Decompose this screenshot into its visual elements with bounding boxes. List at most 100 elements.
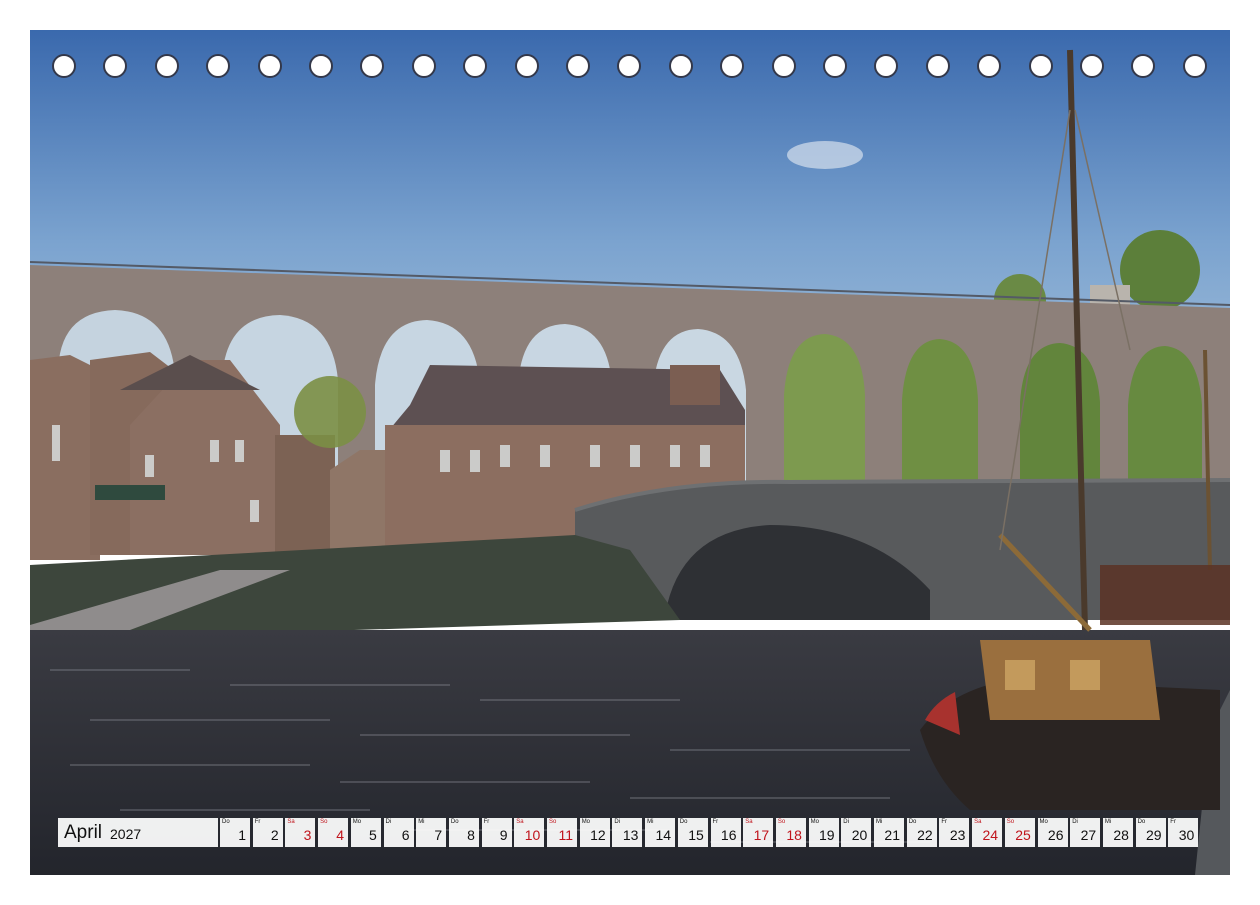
- day-cell: Mi 14: [645, 818, 676, 847]
- day-cell: Fr 30: [1168, 818, 1199, 847]
- day-number: 11: [558, 827, 573, 843]
- day-cell: Mo 12: [579, 818, 610, 847]
- tree-top-right: [1120, 230, 1200, 310]
- binding-hole: [1080, 54, 1104, 78]
- day-cell: Mi 21: [874, 818, 904, 847]
- day-abbreviation: So: [549, 819, 557, 825]
- day-number: 14: [655, 827, 672, 843]
- day-cell: Di 27: [1070, 818, 1101, 847]
- day-number: 13: [622, 827, 639, 843]
- day-abbreviation: So: [777, 819, 786, 825]
- binding-hole: [360, 54, 385, 78]
- day-number: 10: [524, 827, 541, 843]
- day-abbreviation: Di: [1072, 819, 1078, 825]
- day-abbreviation: Mo: [1039, 819, 1048, 825]
- binding-hole: [1028, 54, 1053, 78]
- day-number: 15: [688, 827, 704, 843]
- day-number: 20: [851, 827, 868, 843]
- binding-hole: [257, 54, 282, 78]
- day-cell: Fr 23: [939, 818, 970, 847]
- day-abbreviation: Di: [385, 819, 392, 825]
- binding-hole: [566, 54, 590, 78]
- day-cell: Do 22: [906, 818, 937, 847]
- day-cell: Fr 9: [481, 818, 512, 847]
- day-abbreviation: Sa: [287, 819, 295, 825]
- binding-hole: [206, 54, 231, 78]
- day-abbreviation: Fr: [941, 819, 948, 825]
- day-cell: So 11: [547, 818, 577, 847]
- binding-hole: [771, 54, 796, 78]
- calendar-strip: April 2027 Do 1 Fr 2 Sa 3 So 4 Mo 5 Di 6 Mi 7 Do 8 Fr 9 Sa…: [58, 818, 1203, 847]
- day-cell: Do 29: [1135, 818, 1166, 847]
- day-number: 3: [303, 827, 312, 843]
- day-abbreviation: Di: [843, 819, 849, 825]
- day-number: 26: [1047, 827, 1064, 843]
- day-abbreviation: Do: [450, 819, 459, 825]
- day-number: 27: [1080, 827, 1097, 843]
- day-cell: So 4: [318, 818, 349, 847]
- day-abbreviation: Mo: [810, 819, 819, 825]
- day-abbreviation: Do: [679, 819, 688, 825]
- day-abbreviation: Fr: [254, 819, 261, 825]
- day-number: 21: [884, 827, 900, 843]
- binding-hole: [411, 54, 436, 78]
- day-abbreviation: Di: [614, 819, 621, 825]
- binding-hole: [309, 54, 333, 78]
- binding-hole: [1182, 54, 1207, 78]
- binding-hole: [617, 54, 642, 78]
- day-number: 8: [467, 827, 475, 843]
- binding-hole: [668, 54, 693, 78]
- day-abbreviation: Sa: [745, 819, 753, 825]
- day-number: 24: [982, 827, 999, 843]
- day-cell: Sa 10: [514, 818, 545, 847]
- day-abbreviation: Fr: [483, 819, 490, 825]
- day-abbreviation: Sa: [974, 819, 982, 825]
- day-abbreviation: Mi: [876, 819, 883, 825]
- day-cell: Mo 5: [350, 818, 381, 847]
- day-number: 28: [1113, 827, 1129, 843]
- day-cell: Di 13: [612, 818, 643, 847]
- day-abbreviation: Mi: [647, 819, 654, 825]
- day-abbreviation: Do: [222, 819, 230, 825]
- day-cell: Mo 26: [1037, 818, 1068, 847]
- month-year: 2027: [110, 826, 142, 842]
- binding-hole: [1131, 54, 1156, 78]
- cloud: [787, 141, 863, 169]
- day-number: 23: [949, 827, 966, 843]
- day-number: 19: [819, 827, 835, 843]
- day-abbreviation: Fr: [712, 819, 719, 825]
- day-abbreviation: So: [320, 819, 328, 825]
- day-cell: Fr 2: [252, 818, 283, 847]
- binding-hole: [514, 54, 539, 78]
- day-cell: Sa 17: [743, 818, 774, 847]
- binding-hole: [874, 54, 899, 78]
- day-cell: Mi 28: [1102, 818, 1133, 847]
- day-number: 30: [1178, 827, 1195, 843]
- day-number: 9: [499, 827, 508, 843]
- day-cell: Mi 7: [416, 818, 447, 847]
- day-cell: Do 8: [448, 818, 479, 847]
- day-abbreviation: Mi: [1104, 819, 1112, 825]
- binding-hole: [103, 54, 128, 78]
- day-cell: Do 15: [677, 818, 708, 847]
- day-abbreviation: Do: [908, 819, 917, 825]
- day-cell: Do 1: [220, 818, 250, 847]
- day-number: 17: [753, 827, 770, 843]
- day-abbreviation: So: [1006, 819, 1015, 825]
- day-number: 18: [786, 827, 802, 843]
- day-number: 16: [720, 827, 737, 843]
- day-abbreviation: Mi: [418, 819, 425, 825]
- binding-hole: [463, 54, 488, 78]
- binding-hole: [823, 54, 847, 78]
- day-number: 29: [1146, 827, 1162, 843]
- day-abbreviation: Do: [1137, 819, 1146, 825]
- binding-hole: [925, 54, 950, 78]
- month-name: April: [64, 822, 103, 843]
- day-abbreviation: Sa: [516, 819, 524, 825]
- day-cell: Sa 24: [972, 818, 1003, 847]
- day-number: 2: [270, 827, 279, 843]
- day-number: 12: [590, 827, 606, 843]
- day-cell: So 25: [1004, 818, 1035, 847]
- binding-hole: [154, 54, 179, 78]
- day-abbreviation: Fr: [1170, 819, 1176, 825]
